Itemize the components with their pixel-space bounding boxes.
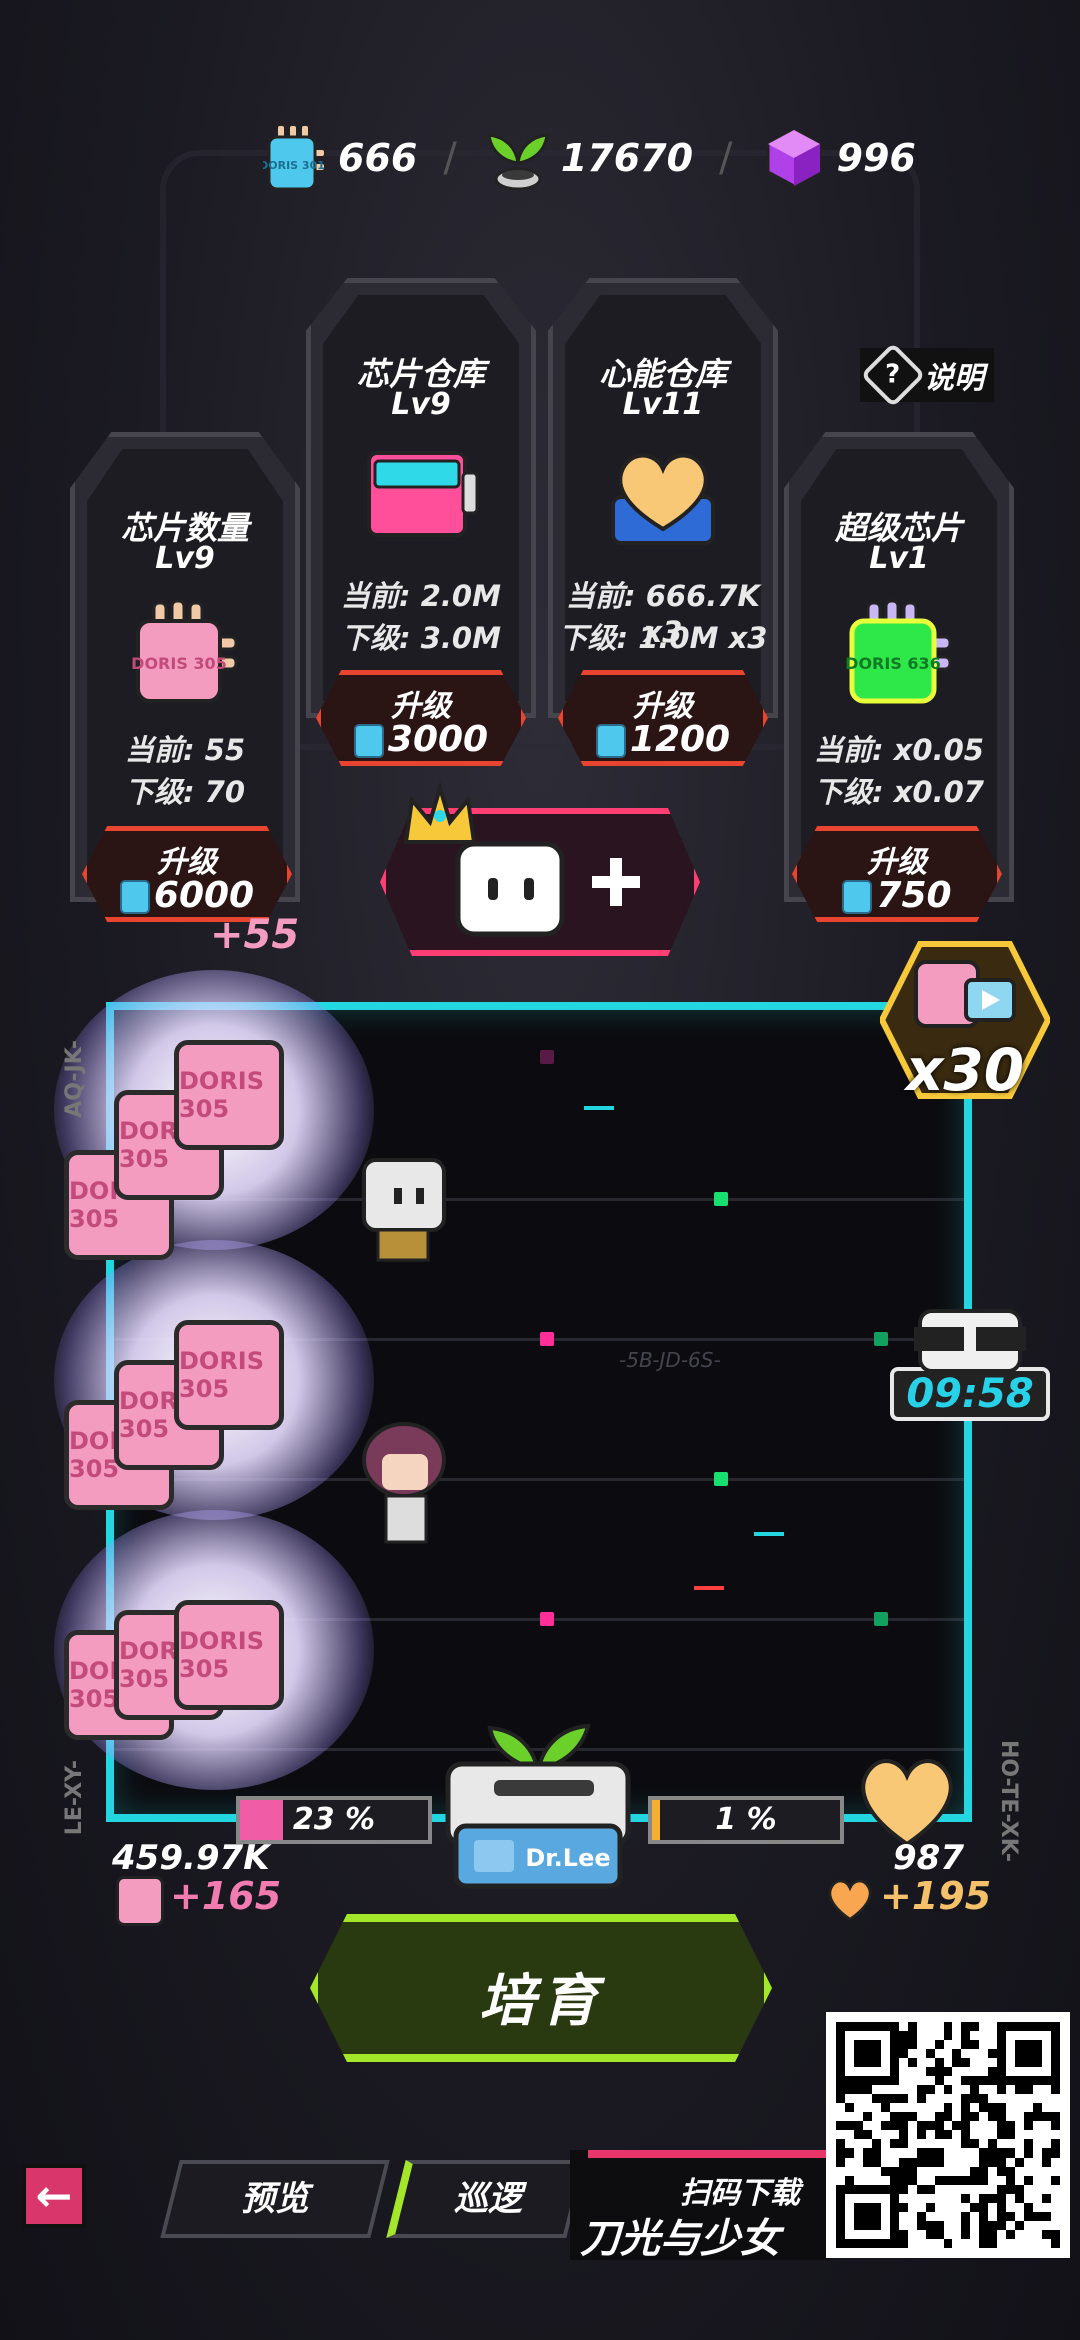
question-icon: ? xyxy=(860,342,926,408)
purple-cube-icon xyxy=(759,123,829,193)
help-button[interactable]: ? 说明 xyxy=(860,342,994,408)
card-level: Lv1 xyxy=(869,541,929,576)
heart-progress-bar: 1 % xyxy=(648,1796,844,1844)
card-level: Lv9 xyxy=(391,387,451,422)
pink-chip-icon: DORIS 305 xyxy=(174,1320,284,1430)
separator: / xyxy=(443,135,457,181)
pink-chip-icon xyxy=(116,1876,164,1926)
chips-total: 459.97K xyxy=(112,1838,270,1878)
floating-gain: +55 xyxy=(210,912,300,958)
promo-banner: 扫码下载 刀光与少女 xyxy=(570,2150,830,2262)
separator: / xyxy=(719,135,733,181)
pink-chip-icon: DORIS 305 xyxy=(174,1600,284,1710)
svg-text:DORIS 305: DORIS 305 xyxy=(131,654,227,673)
upgrade-button-heart-storage[interactable]: 升级 1200 xyxy=(558,670,768,766)
chip-progress-bar: 23 % xyxy=(236,1796,432,1844)
card-current: 当前: 2.0M xyxy=(341,579,501,613)
pink-chip-icon: DORIS 305 xyxy=(174,1040,284,1150)
crown-icon xyxy=(400,780,480,856)
glasses-mascot-icon xyxy=(914,1309,1026,1373)
upgrade-cost: 3000 xyxy=(321,719,521,760)
tab-preview[interactable]: 预览 xyxy=(160,2160,390,2238)
timer-value: 09:58 xyxy=(890,1367,1050,1421)
side-code: LE-XY- xyxy=(62,1760,87,1836)
card-level: Lv9 xyxy=(155,541,215,576)
upgrade-card-heart-storage: 心能仓库 Lv11 当前: 666.7K x3 下级: 1.0M x3 xyxy=(548,278,778,718)
heart-icon xyxy=(824,1876,876,1926)
card-next: 下级: 3.0M xyxy=(341,621,501,655)
chips-count: 666 xyxy=(338,136,418,180)
currency-cubes: 996 xyxy=(759,123,916,193)
svg-text:DORIS 301: DORIS 301 xyxy=(263,159,325,172)
currency-sprouts: 17670 xyxy=(483,123,693,193)
upgrade-cost: 6000 xyxy=(87,875,287,916)
green-chip-icon: DORIS 636 xyxy=(844,597,954,711)
game-arena[interactable]: -5B-JD-6S- DORIS 305 DORIS 305 DORIS 305… xyxy=(54,970,972,1822)
sprouts-count: 17670 xyxy=(560,136,694,180)
upgrade-cost: 1200 xyxy=(563,719,763,760)
blue-chip-icon xyxy=(353,724,384,758)
cubes-count: 996 xyxy=(836,136,916,180)
chips-gain: +165 xyxy=(170,1874,282,1918)
currency-chips: DORIS 301 666 xyxy=(260,123,417,193)
arena-code: -5B-JD-6S- xyxy=(619,1348,721,1372)
promo-line2: 刀光与少女 xyxy=(580,2216,780,2262)
tab-patrol-label: 巡逻 xyxy=(454,2179,522,2219)
blue-chip-icon: DORIS 301 xyxy=(260,123,330,193)
dr-lee-machine[interactable]: Dr.Lee xyxy=(438,1700,638,1890)
blue-chip-icon xyxy=(119,880,150,914)
event-timer: 09:58 xyxy=(890,1305,1050,1421)
blue-chip-icon xyxy=(595,724,626,758)
card-level: Lv11 xyxy=(622,387,704,422)
qr-code[interactable] xyxy=(826,2012,1070,2258)
upgrade-card-chip-storage: 芯片仓库 Lv9 当前: 2.0M 下级: 3.0M xyxy=(306,278,536,718)
cultivate-label: 培育 xyxy=(479,1969,603,2034)
bonus-multiplier-badge[interactable]: x30 xyxy=(880,940,1050,1104)
hearts-gain: +195 xyxy=(880,1874,992,1918)
tab-patrol[interactable]: 巡逻 xyxy=(386,2160,586,2238)
currency-bar: DORIS 301 666 / 17670 / 996 xyxy=(260,108,916,208)
svg-text:Dr.Lee: Dr.Lee xyxy=(525,1844,610,1872)
card-current: 当前: x0.05 xyxy=(814,733,984,767)
cultivate-button[interactable]: 培育 xyxy=(310,1914,772,2062)
upgrade-button-super-chip[interactable]: 升级 750 xyxy=(792,826,1002,922)
card-next: 下级: 70 xyxy=(124,775,246,809)
upgrade-button-chip-storage[interactable]: 升级 3000 xyxy=(316,670,526,766)
side-code: AQ-JK- xyxy=(62,1040,87,1118)
hearts-total: 987 xyxy=(893,1838,964,1878)
pink-chip-icon: DORIS 305 xyxy=(130,597,240,711)
upgrade-button-chip-count[interactable]: 升级 6000 xyxy=(82,826,292,922)
blue-chip-icon xyxy=(842,880,873,914)
svg-text:DORIS 636: DORIS 636 xyxy=(845,654,941,673)
card-next: 下级: x0.07 xyxy=(814,775,984,809)
card-next: 下级: 1.0M x3 xyxy=(558,621,768,655)
chip-progress-text: 23 % xyxy=(292,1802,376,1837)
qr-code-pattern xyxy=(836,2022,1060,2248)
help-label: 说明 xyxy=(924,361,984,396)
storage-box-icon xyxy=(361,443,481,547)
heart-progress-text: 1 % xyxy=(715,1802,777,1837)
back-arrow-icon: ← xyxy=(35,2170,73,2222)
back-button[interactable]: ← xyxy=(22,2164,86,2228)
card-current: 当前: 55 xyxy=(124,733,246,767)
side-code: HO-TE-XK- xyxy=(996,1740,1021,1863)
sprout-pot-icon xyxy=(483,123,553,193)
heart-box-icon xyxy=(603,439,723,553)
upgrade-cost: 750 xyxy=(797,875,997,916)
tab-preview-label: 预览 xyxy=(241,2179,309,2219)
bonus-multiplier: x30 xyxy=(905,1036,1025,1104)
